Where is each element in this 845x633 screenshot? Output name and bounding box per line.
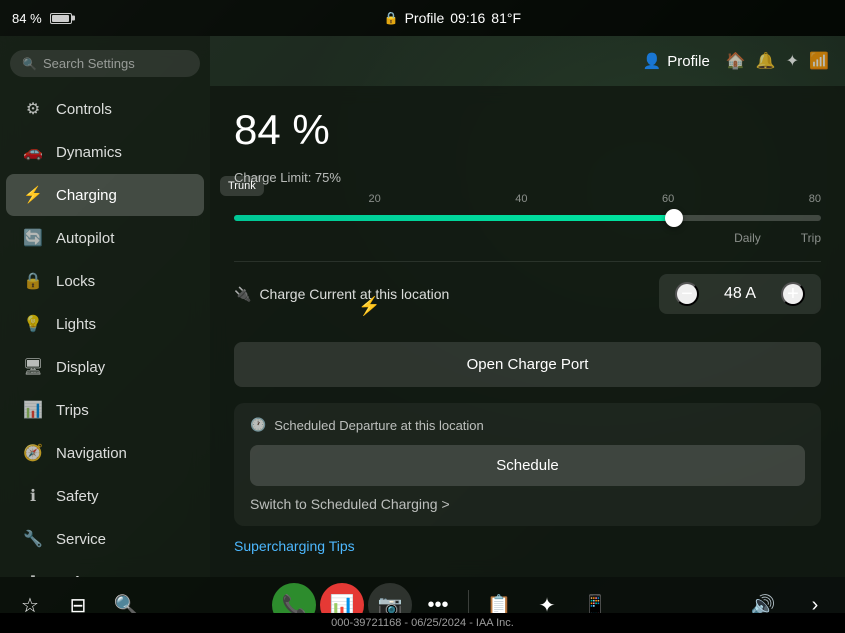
- charging-icon: ⚡: [22, 185, 44, 205]
- service-label: Service: [56, 531, 106, 548]
- slider-label-80: 80: [809, 193, 821, 205]
- info-bar-text: 000-39721168 - 06/25/2024 - IAA Inc.: [331, 617, 514, 629]
- search-placeholder: Search Settings: [43, 56, 135, 71]
- increment-current-button[interactable]: +: [781, 282, 805, 306]
- charge-limit-label: Charge Limit: 75%: [234, 170, 821, 185]
- navigation-icon: 🧭: [22, 443, 44, 463]
- search-bar[interactable]: 🔍 Search Settings: [10, 50, 200, 77]
- time-display: 09:16: [450, 10, 485, 26]
- decrement-current-button[interactable]: −: [675, 282, 699, 306]
- charge-current-row: 🔌 Charge Current at this location − 48 A…: [234, 261, 821, 326]
- safety-label: Safety: [56, 488, 99, 505]
- controls-label: Controls: [56, 101, 112, 118]
- lock-icon: 🔒: [384, 11, 399, 25]
- info-bar: 000-39721168 - 06/25/2024 - IAA Inc.: [0, 613, 845, 633]
- autopilot-icon: 🔄: [22, 228, 44, 248]
- charge-slider-track[interactable]: [234, 215, 821, 221]
- controls-icon: ⚙: [22, 99, 44, 119]
- charging-panel: 84 % Charge Limit: 75% 20 40 60 80 Daily…: [210, 86, 845, 577]
- trip-label: Trip: [801, 231, 821, 245]
- lights-icon: 💡: [22, 314, 44, 334]
- charge-current-text: Charge Current at this location: [259, 286, 449, 302]
- display-label: Display: [56, 359, 105, 376]
- display-icon: 🖥: [22, 357, 44, 377]
- battery-icon: [50, 13, 72, 24]
- sidebar-item-controls[interactable]: ⚙ Controls: [6, 88, 204, 130]
- status-bar: 84 % 🔒 Profile 09:16 81°F: [0, 0, 845, 36]
- scheduled-title-text: Scheduled Departure at this location: [274, 418, 484, 433]
- charge-current-label: 🔌 Charge Current at this location: [234, 286, 659, 303]
- sidebar-item-service[interactable]: 🔧 Service: [6, 518, 204, 560]
- search-icon: 🔍: [22, 57, 37, 71]
- scheduled-title: 🕐 Scheduled Departure at this location: [250, 417, 805, 433]
- profile-icons: 🏠 🔔 ✦ 📶: [726, 51, 829, 71]
- dynamics-label: Dynamics: [56, 144, 122, 161]
- lights-label: Lights: [56, 316, 96, 333]
- sidebar: 🔍 Search Settings ⚙ Controls 🚗 Dynamics …: [0, 36, 210, 577]
- lightning-side-icon: ⚡: [358, 296, 380, 317]
- open-charge-port-button[interactable]: Open Charge Port: [234, 342, 821, 387]
- battery-percent-display: 84 %: [234, 106, 821, 154]
- signal-icon: 📶: [809, 51, 829, 71]
- slider-labels: 20 40 60 80: [234, 193, 821, 205]
- status-bar-center: 🔒 Profile 09:16 81°F: [384, 10, 521, 26]
- sidebar-item-charging[interactable]: ⚡ Charging: [6, 174, 204, 216]
- switch-charging-link[interactable]: Switch to Scheduled Charging >: [250, 496, 805, 512]
- sidebar-item-software[interactable]: ⬇ Software: [6, 561, 204, 577]
- temperature-display: 81°F: [491, 10, 521, 26]
- sidebar-item-autopilot[interactable]: 🔄 Autopilot: [6, 217, 204, 259]
- slider-thumb[interactable]: [665, 209, 683, 227]
- dynamics-icon: 🚗: [22, 142, 44, 162]
- battery-percent: 84 %: [12, 11, 42, 26]
- charge-slider-container[interactable]: 20 40 60 80 Daily Trip: [234, 193, 821, 245]
- safety-icon: ℹ: [22, 486, 44, 506]
- sidebar-item-safety[interactable]: ℹ Safety: [6, 475, 204, 517]
- scheduled-departure-section: 🕐 Scheduled Departure at this location S…: [234, 403, 821, 526]
- profile-button[interactable]: 👤 Profile: [643, 52, 710, 70]
- trips-label: Trips: [56, 402, 89, 419]
- sidebar-item-lights[interactable]: 💡 Lights: [6, 303, 204, 345]
- main-content: 🔍 Search Settings ⚙ Controls 🚗 Dynamics …: [0, 36, 845, 577]
- slider-fill: [234, 215, 674, 221]
- locks-label: Locks: [56, 273, 95, 290]
- profile-bar: 👤 Profile 🏠 🔔 ✦ 📶: [210, 36, 845, 86]
- current-value-display: 48 A: [715, 285, 765, 303]
- profile-label: Profile: [667, 53, 710, 70]
- autopilot-label: Autopilot: [56, 230, 114, 247]
- slider-label-20: 20: [369, 193, 381, 205]
- profile-person-icon: 👤: [643, 52, 662, 70]
- trunk-button[interactable]: Trunk: [220, 176, 264, 196]
- slider-label-40: 40: [515, 193, 527, 205]
- right-panel: 👤 Profile 🏠 🔔 ✦ 📶 Trunk ⚡ 84 % Charge Li…: [210, 36, 845, 577]
- charge-current-controls: − 48 A +: [659, 274, 821, 314]
- sidebar-item-navigation[interactable]: 🧭 Navigation: [6, 432, 204, 474]
- sidebar-item-dynamics[interactable]: 🚗 Dynamics: [6, 131, 204, 173]
- charging-label: Charging: [56, 187, 117, 204]
- locks-icon: 🔒: [22, 271, 44, 291]
- supercharging-tips-link[interactable]: Supercharging Tips: [234, 538, 821, 554]
- profile-center: Profile: [405, 10, 445, 26]
- notification-icon[interactable]: 🔔: [756, 51, 776, 71]
- daily-label: Daily: [734, 231, 761, 245]
- slider-sublabels: Daily Trip: [234, 231, 821, 245]
- bluetooth-icon[interactable]: ✦: [786, 51, 799, 71]
- clock-icon: 🕐: [250, 417, 266, 433]
- plug-icon: 🔌: [234, 286, 251, 303]
- schedule-button[interactable]: Schedule: [250, 445, 805, 486]
- status-bar-left: 84 %: [12, 11, 72, 26]
- trips-icon: 📊: [22, 400, 44, 420]
- sidebar-item-locks[interactable]: 🔒 Locks: [6, 260, 204, 302]
- battery-fill: [52, 15, 69, 22]
- slider-label-60: 60: [662, 193, 674, 205]
- nav-items: ⚙ Controls 🚗 Dynamics ⚡ Charging 🔄 Autop…: [0, 87, 210, 577]
- sidebar-item-display[interactable]: 🖥 Display: [6, 346, 204, 388]
- service-icon: 🔧: [22, 529, 44, 549]
- sidebar-item-trips[interactable]: 📊 Trips: [6, 389, 204, 431]
- navigation-label: Navigation: [56, 445, 127, 462]
- home-icon[interactable]: 🏠: [726, 51, 746, 71]
